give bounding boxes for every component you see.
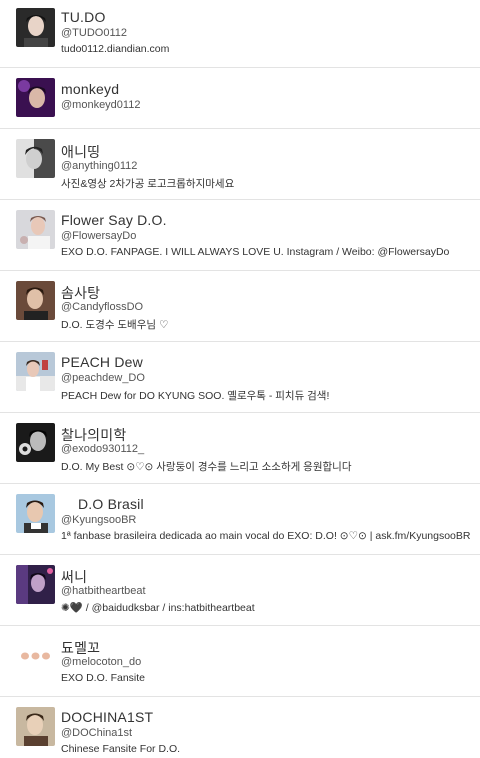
user-bio: D.O. 도경수 도배우님 ♡ (61, 319, 169, 331)
user-avatar[interactable] (16, 565, 55, 604)
user-row[interactable]: Flower Say D.O. @FlowersayDo EXO D.O. FA… (0, 200, 480, 271)
user-handle[interactable]: @exodo930112_ (61, 443, 144, 455)
user-avatar[interactable] (16, 352, 55, 391)
profile-photo-icon (16, 281, 55, 320)
user-bio: EXO D.O. FANPAGE. I WILL ALWAYS LOVE U. … (61, 246, 450, 258)
user-row[interactable]: DOCHINA1ST @DOChina1st Chinese Fansite F… (0, 697, 480, 758)
user-row[interactable]: D.O Brasil @KyungsooBR 1ª fanbase brasil… (0, 484, 480, 555)
user-row[interactable]: 애니띵 @anything0112 사진&영상 2차가공 로고크롭하지마세요 (0, 129, 480, 200)
user-handle[interactable]: @peachdew_DO (61, 372, 145, 384)
user-handle[interactable]: @anything0112 (61, 160, 137, 172)
profile-photo-icon (16, 210, 55, 249)
user-row[interactable]: TU.DO @TUDO0112 tudo0112.diandian.com (0, 0, 480, 68)
user-row[interactable]: 찰나의미학 @exodo930112_ D.O. My Best ⊙♡⊙ 사랑둥… (0, 413, 480, 484)
user-handle[interactable]: @melocoton_do (61, 656, 141, 668)
profile-photo-icon (16, 565, 55, 604)
profile-photo-icon (16, 139, 55, 178)
user-list: TU.DO @TUDO0112 tudo0112.diandian.com mo… (0, 0, 480, 758)
user-bio: 1ª fanbase brasileira dedicada ao main v… (61, 530, 471, 542)
user-handle[interactable]: @KyungsooBR (61, 514, 136, 526)
user-name[interactable]: 됴멜꼬 (61, 638, 100, 658)
user-name[interactable]: 찰나의미학 (61, 425, 126, 445)
user-handle[interactable]: @FlowersayDo (61, 230, 136, 242)
profile-photo-icon (16, 707, 55, 746)
profile-photo-icon (16, 423, 55, 462)
user-handle[interactable]: @hatbitheartbeat (61, 585, 146, 597)
profile-photo-icon (16, 8, 55, 47)
user-avatar[interactable] (16, 281, 55, 320)
user-bio: D.O. My Best ⊙♡⊙ 사랑둥이 경수를 느리고 소소하게 응원합니다 (61, 461, 352, 473)
user-name[interactable]: 써니 (61, 567, 87, 587)
user-row[interactable]: 솜사탕 @CandyflossDO D.O. 도경수 도배우님 ♡ (0, 271, 480, 342)
user-name[interactable]: Flower Say D.O. (61, 212, 167, 228)
user-bio: 사진&영상 2차가공 로고크롭하지마세요 (61, 178, 235, 190)
user-avatar[interactable] (16, 139, 55, 178)
user-handle[interactable]: @TUDO0112 (61, 27, 127, 39)
user-bio: tudo0112.diandian.com (61, 43, 170, 55)
user-avatar[interactable] (16, 8, 55, 47)
user-name[interactable]: TU.DO (61, 9, 106, 25)
profile-photo-icon (16, 494, 55, 533)
user-bio: PEACH Dew for DO KYUNG SOO. 옐로우톡 - 피치듀 검… (61, 390, 330, 402)
user-name[interactable]: monkeyd (61, 81, 119, 97)
user-avatar[interactable] (16, 78, 55, 117)
profile-photo-icon (16, 78, 55, 117)
user-name[interactable]: 애니띵 (61, 142, 100, 162)
user-name[interactable]: D.O Brasil (78, 496, 144, 512)
user-row[interactable]: 써니 @hatbitheartbeat ✺🖤 / @baidudksbar / … (0, 555, 480, 626)
user-bio: EXO D.O. Fansite (61, 672, 146, 684)
user-row[interactable]: 됴멜꼬 @melocoton_do EXO D.O. Fansite (0, 626, 480, 697)
user-row[interactable]: PEACH Dew @peachdew_DO PEACH Dew for DO … (0, 342, 480, 413)
user-bio: ✺🖤 / @baidudksbar / ins:hatbitheartbeat (61, 602, 255, 614)
user-handle[interactable]: @monkeyd0112 (61, 99, 140, 111)
user-avatar[interactable] (16, 423, 55, 462)
user-avatar[interactable] (16, 707, 55, 746)
user-name[interactable]: PEACH Dew (61, 354, 143, 370)
user-avatar[interactable] (16, 494, 55, 533)
peach-logo-icon (16, 636, 55, 675)
user-handle[interactable]: @DOChina1st (61, 727, 132, 739)
user-bio: Chinese Fansite For D.O. (61, 743, 181, 755)
user-avatar[interactable] (16, 636, 55, 675)
user-handle[interactable]: @CandyflossDO (61, 301, 143, 313)
user-name[interactable]: 솜사탕 (61, 283, 100, 303)
user-name[interactable]: DOCHINA1ST (61, 709, 153, 725)
profile-photo-icon (16, 352, 55, 391)
user-avatar[interactable] (16, 210, 55, 249)
user-row[interactable]: monkeyd @monkeyd0112 (0, 68, 480, 129)
